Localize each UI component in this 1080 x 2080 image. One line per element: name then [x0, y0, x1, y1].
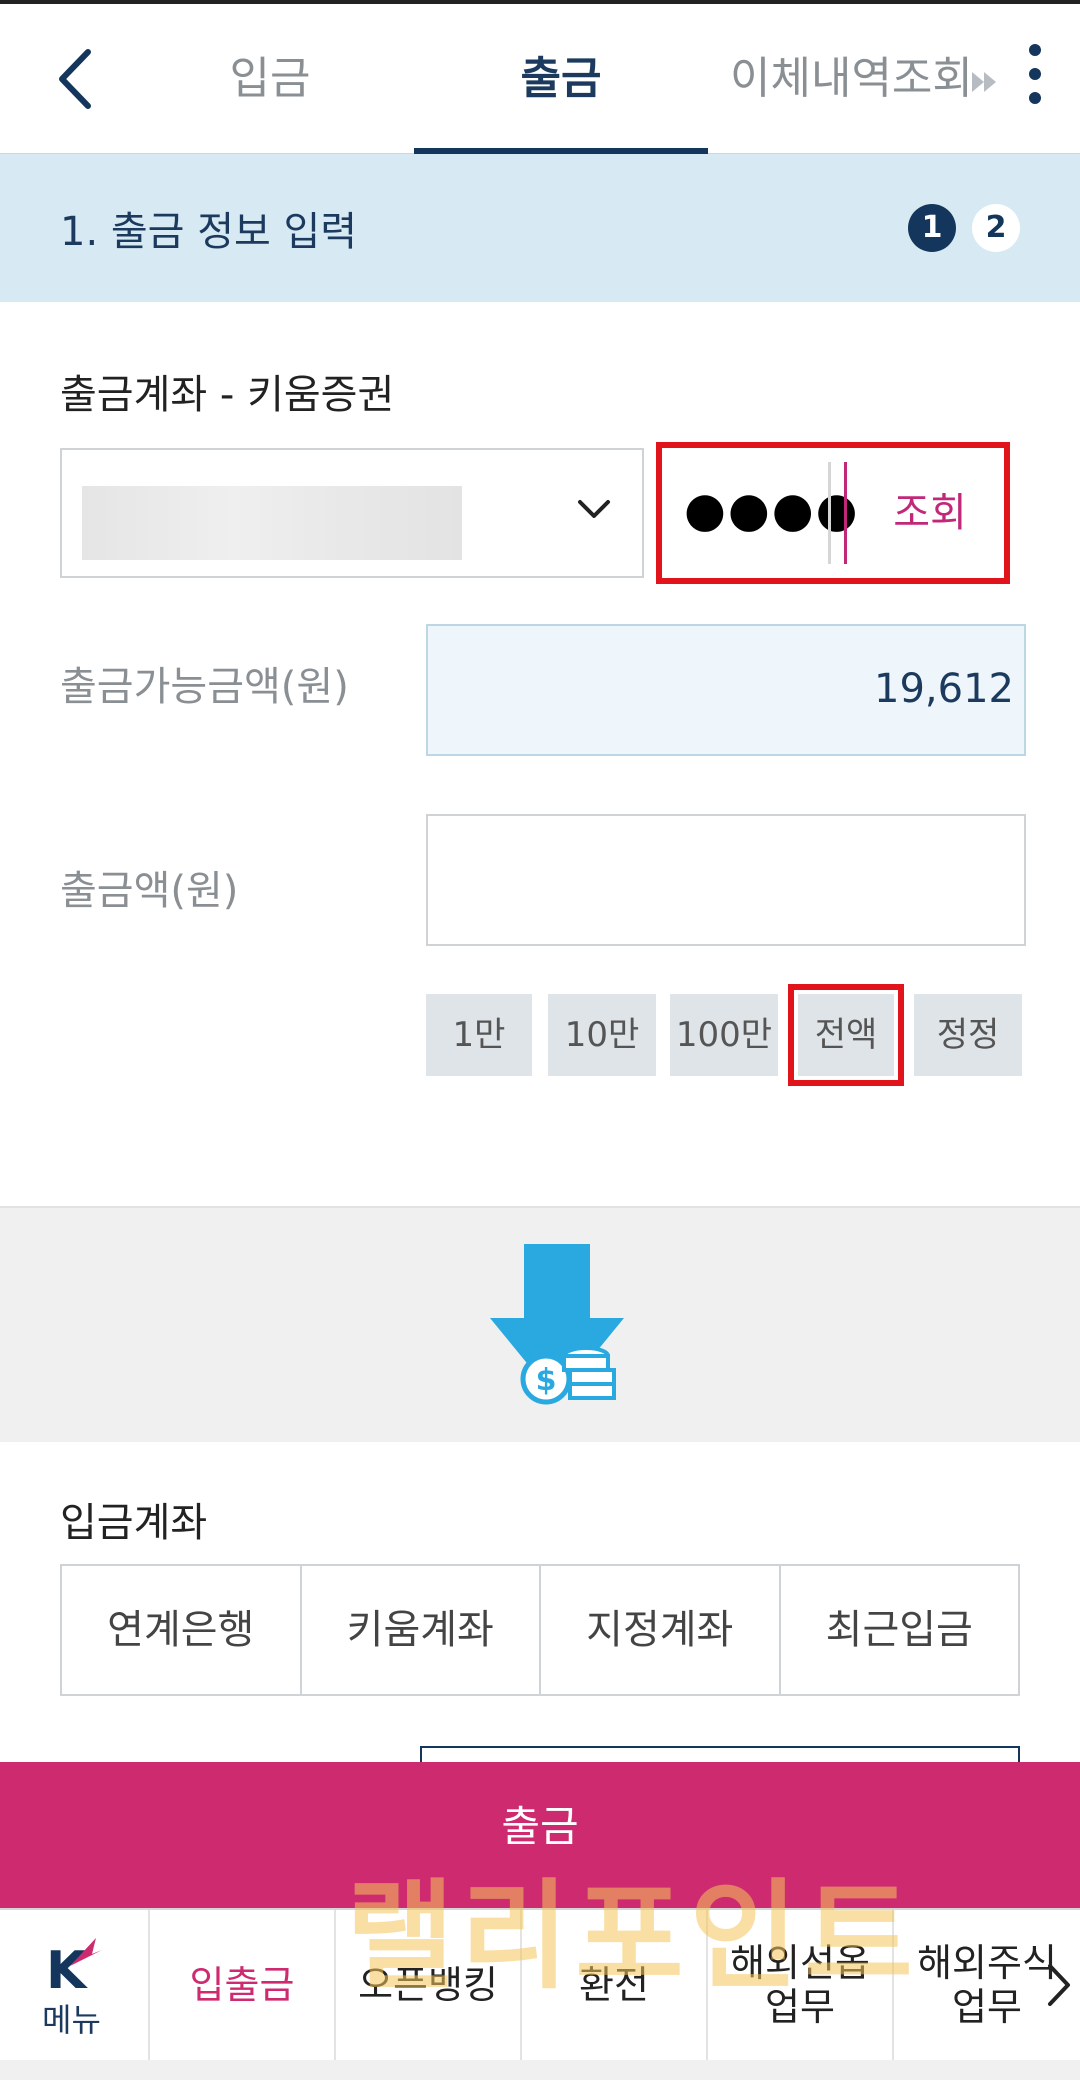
quick-all-button[interactable]: 전액	[788, 984, 904, 1086]
withdraw-amount-input[interactable]	[426, 814, 1026, 946]
quick-reset-button[interactable]: 정정	[914, 994, 1022, 1076]
step-title: 1. 출금 정보 입력	[60, 209, 358, 255]
system-bottom-strip	[0, 2060, 1080, 2080]
tab-deposit[interactable]: 입금	[180, 44, 360, 114]
withdraw-screen: 입금 출금 이체내역조회 1. 출금 정보 입력 1 2 출금계좌 - 키움증권…	[0, 0, 1080, 2080]
watermark: 랠리포인트	[346, 1867, 919, 2005]
withdraw-amount-label: 출금액(원)	[60, 868, 239, 914]
chevron-right-icon[interactable]	[1044, 1960, 1074, 2010]
query-button[interactable]: 조회	[862, 478, 998, 548]
svg-text:$: $	[536, 1363, 557, 1398]
account-select[interactable]	[60, 448, 644, 578]
menu-label: 메뉴	[42, 2001, 101, 2039]
quick-100k-button[interactable]: 10만	[548, 994, 656, 1076]
tab-recent-deposit[interactable]: 최근입금	[781, 1566, 1019, 1694]
top-tab-bar: 입금 출금 이체내역조회	[0, 0, 1080, 156]
scroll-right-icon[interactable]	[972, 70, 1000, 94]
text-cursor	[844, 462, 847, 564]
tab-linked-bank[interactable]: 연계은행	[62, 1566, 302, 1694]
quick-10k-button[interactable]: 1만	[426, 994, 532, 1076]
divider	[828, 462, 831, 564]
svg-text:K: K	[46, 1941, 88, 1996]
tab-designated-account[interactable]: 지정계좌	[541, 1566, 781, 1694]
step-indicator-current: 1	[908, 204, 956, 252]
deposit-account-tabs: 연계은행 키움계좌 지정계좌 최근입금	[60, 1564, 1020, 1696]
nav-deposit-withdraw[interactable]: 입출금	[150, 1910, 336, 2062]
password-query-group: ●●●● 조회	[656, 442, 1010, 584]
chevron-down-icon	[578, 500, 610, 518]
available-amount-box: 19,612	[426, 624, 1026, 756]
password-field[interactable]: ●●●●	[684, 482, 860, 538]
tab-withdraw[interactable]: 출금	[414, 44, 708, 114]
quick-1m-button[interactable]: 100만	[670, 994, 778, 1076]
tab-transfer-history[interactable]: 이체내역조회	[730, 44, 970, 114]
tab-kiwoom-account[interactable]: 키움계좌	[302, 1566, 541, 1694]
available-amount-value: 19,612	[874, 666, 1014, 712]
step-header: 1. 출금 정보 입력 1 2	[0, 154, 1080, 302]
available-amount-label: 출금가능금액(원)	[60, 664, 349, 710]
back-button[interactable]	[48, 44, 108, 114]
down-arrow-coins-icon: $	[490, 1244, 624, 1405]
withdraw-account-label: 출금계좌 - 키움증권	[60, 372, 395, 418]
transfer-graphic-band: $	[0, 1208, 1080, 1442]
masked-account-number	[82, 486, 462, 560]
nav-menu[interactable]: K 메뉴	[0, 1910, 150, 2062]
kiwoom-logo-icon: K	[46, 1938, 102, 1996]
deposit-account-label: 입금계좌	[60, 1500, 208, 1546]
more-menu-icon[interactable]	[1020, 44, 1050, 118]
step-indicator-next: 2	[972, 204, 1020, 252]
back-arrow-icon	[59, 49, 91, 109]
